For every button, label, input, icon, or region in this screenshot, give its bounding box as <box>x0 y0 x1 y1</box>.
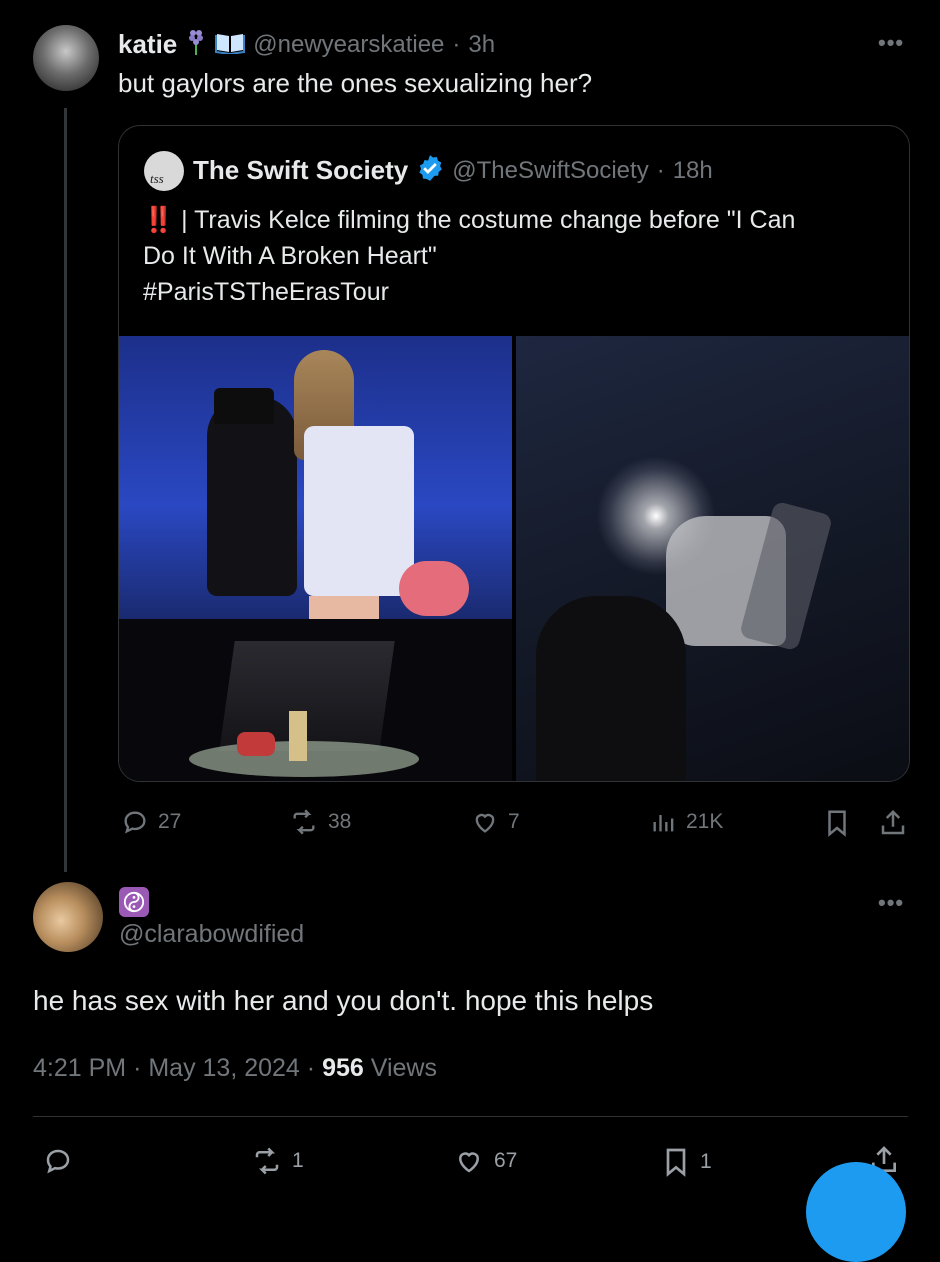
verified-badge-icon <box>416 154 444 187</box>
quoted-display-name: The Swift Society <box>193 155 409 185</box>
double-exclamation-icon: ‼️ <box>143 206 175 234</box>
hashtag-link[interactable]: #ParisTSTheErasTour <box>143 274 795 310</box>
media-image-right[interactable] <box>516 336 909 781</box>
more-options-icon[interactable]: ••• <box>878 30 904 56</box>
quoted-handle: @TheSwiftSociety <box>452 156 649 184</box>
reply-meta: 4:21 PM · May 13, 2024 · 956 Views <box>33 1054 437 1082</box>
quoted-timestamp: 18h <box>672 156 713 184</box>
reply-repost-button[interactable]: 1 <box>250 1146 304 1176</box>
share-button[interactable] <box>878 808 908 838</box>
divider <box>33 1116 908 1117</box>
reply-handle[interactable]: @clarabowdified <box>119 920 304 949</box>
reply-more-options-icon[interactable]: ••• <box>878 890 904 916</box>
reply-text: he has sex with her and you don't. hope … <box>33 985 654 1016</box>
views-button[interactable]: 21K <box>650 808 723 836</box>
bookmark-button[interactable] <box>822 808 852 838</box>
repost-button[interactable]: 38 <box>288 808 351 836</box>
like-button[interactable]: 7 <box>470 808 520 836</box>
reply-time[interactable]: 4:21 PM <box>33 1054 126 1082</box>
compose-fab-button[interactable] <box>806 1162 906 1262</box>
display-name[interactable]: katie <box>118 29 177 60</box>
post-text: but gaylors are the ones sexualizing her… <box>118 68 593 98</box>
views-count: 956 <box>322 1054 364 1082</box>
main-post-header: katie @newyearskatiee · 3h <box>118 28 495 61</box>
reply-bookmark-button[interactable]: 1 <box>660 1146 712 1178</box>
quoted-post-header: The Swift Society @TheSwiftSociety · 18h <box>193 154 713 187</box>
reply-like-button[interactable]: 67 <box>452 1146 517 1176</box>
separator-dot: · <box>452 30 461 58</box>
swift-society-avatar: tss <box>144 151 184 191</box>
katie-avatar[interactable] <box>33 25 99 91</box>
handle[interactable]: @newyearskatiee <box>253 31 444 59</box>
reply-reply-button[interactable] <box>42 1146 74 1176</box>
yin-yang-icon <box>119 887 149 917</box>
quoted-post-text: ‼️ | Travis Kelce filming the costume ch… <box>143 202 795 310</box>
reply-button[interactable]: 27 <box>120 808 181 836</box>
book-icon <box>215 30 246 59</box>
hyacinth-icon <box>185 28 207 61</box>
reply-date[interactable]: May 13, 2024 <box>148 1054 300 1082</box>
clarabowdified-avatar[interactable] <box>33 882 103 952</box>
views-label: Views <box>370 1054 437 1082</box>
thread-line <box>64 108 67 872</box>
timestamp[interactable]: 3h <box>468 31 495 59</box>
media-image-left[interactable] <box>119 336 512 781</box>
quoted-post-card[interactable]: tss The Swift Society @TheSwiftSociety ·… <box>118 125 910 782</box>
